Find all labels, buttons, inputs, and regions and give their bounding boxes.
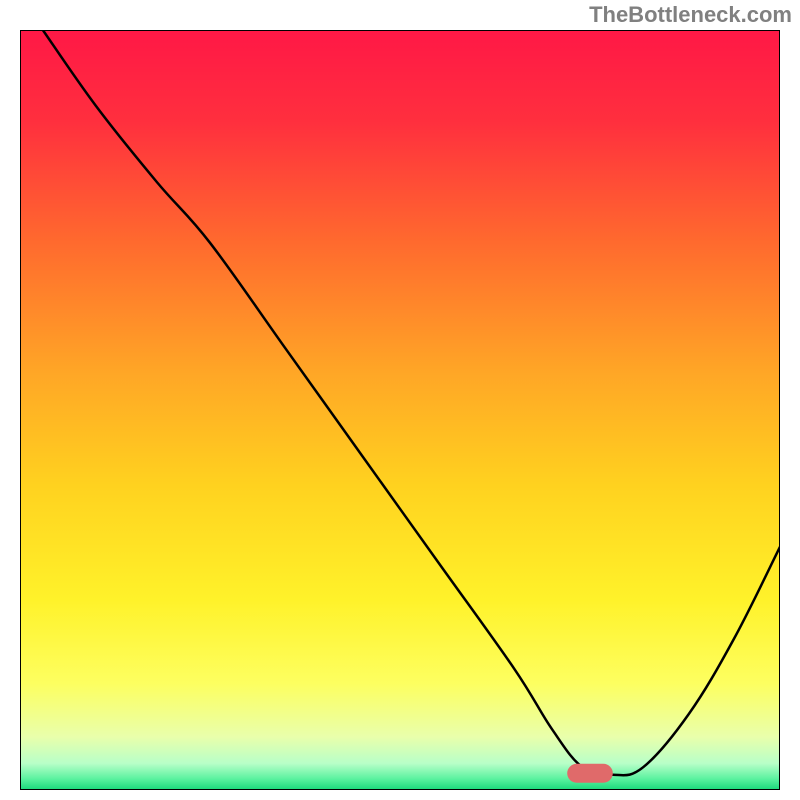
optimal-marker (567, 764, 613, 783)
watermark-text: TheBottleneck.com (589, 2, 792, 28)
chart-svg (20, 30, 780, 790)
bottleneck-chart (20, 30, 780, 790)
gradient-background (20, 30, 780, 790)
